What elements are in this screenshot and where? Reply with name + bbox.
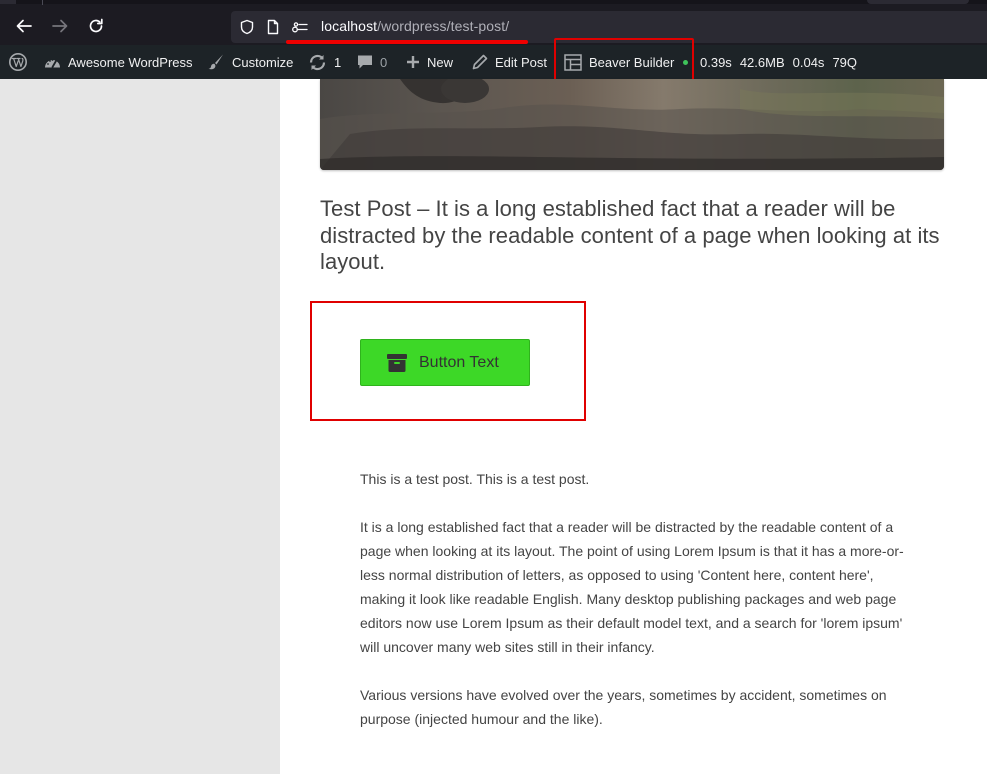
- plus-icon: [407, 56, 419, 68]
- comments-link[interactable]: 0: [357, 45, 387, 79]
- page-icon[interactable]: [265, 19, 281, 35]
- archive-icon: [387, 353, 407, 372]
- updates-count: 1: [334, 54, 342, 70]
- tab-strip: [0, 0, 987, 4]
- cta-button[interactable]: Button Text: [360, 339, 530, 386]
- post-title: Test Post – It is a long established fac…: [320, 196, 940, 274]
- site-name-label: Awesome WordPress: [68, 54, 193, 70]
- permissions-icon[interactable]: [291, 19, 309, 35]
- rock-landscape-image: [320, 79, 944, 170]
- customize-link[interactable]: Customize: [207, 45, 293, 79]
- wp-admin-bar: Awesome WordPress Customize 1 0 New Edit…: [0, 45, 987, 79]
- page-background: [0, 79, 280, 774]
- qm-memory: 42.6MB: [739, 54, 785, 70]
- tab-edge: [0, 0, 16, 4]
- arrow-left-icon: [16, 19, 32, 33]
- new-content-menu[interactable]: New: [406, 45, 453, 79]
- forward-button[interactable]: [46, 12, 74, 40]
- reload-icon: [89, 18, 103, 33]
- updates-link[interactable]: 1: [308, 45, 341, 79]
- url-host: localhost: [321, 18, 378, 34]
- back-button[interactable]: [10, 12, 38, 40]
- post-paragraph: This is a test post. This is a test post…: [360, 471, 590, 487]
- browser-toolbar: localhost/wordpress/test-post/: [0, 0, 987, 45]
- qm-queries: 79Q: [832, 54, 858, 70]
- query-monitor-link[interactable]: 0.39s 42.6MB 0.04s 79Q: [700, 45, 857, 79]
- qm-time: 0.39s: [700, 54, 732, 70]
- edit-post-label: Edit Post: [495, 54, 548, 70]
- dashboard-icon: [45, 58, 60, 68]
- post-paragraph: Various versions have evolved over the y…: [360, 687, 887, 727]
- pencil-icon: [472, 54, 488, 70]
- customize-label: Customize: [232, 54, 294, 70]
- tab-separator: [42, 0, 43, 5]
- url-text[interactable]: localhost/wordpress/test-post/: [321, 18, 509, 34]
- featured-image: [320, 79, 944, 170]
- site-name-menu[interactable]: Awesome WordPress: [44, 45, 193, 79]
- qm-db-time: 0.04s: [792, 54, 825, 70]
- annotation-underline: [286, 40, 528, 44]
- post-paragraph: It is a long established fact that a rea…: [360, 519, 904, 655]
- wordpress-logo-icon: [9, 53, 27, 71]
- shield-icon[interactable]: [239, 19, 255, 35]
- edit-post-link[interactable]: Edit Post: [472, 45, 547, 79]
- comments-count: 0: [380, 54, 388, 70]
- comment-icon: [358, 55, 372, 69]
- reload-button[interactable]: [82, 12, 110, 40]
- brush-icon: [208, 54, 223, 70]
- tab-edge-right: [867, 0, 969, 4]
- wp-logo-menu[interactable]: [8, 45, 28, 79]
- cta-button-label: Button Text: [419, 353, 499, 371]
- updates-icon: [309, 54, 326, 70]
- new-label: New: [427, 54, 454, 70]
- url-path: /wordpress/test-post/: [377, 18, 510, 34]
- post-body: This is a test post. This is a test post…: [360, 467, 908, 755]
- arrow-right-icon: [52, 19, 68, 33]
